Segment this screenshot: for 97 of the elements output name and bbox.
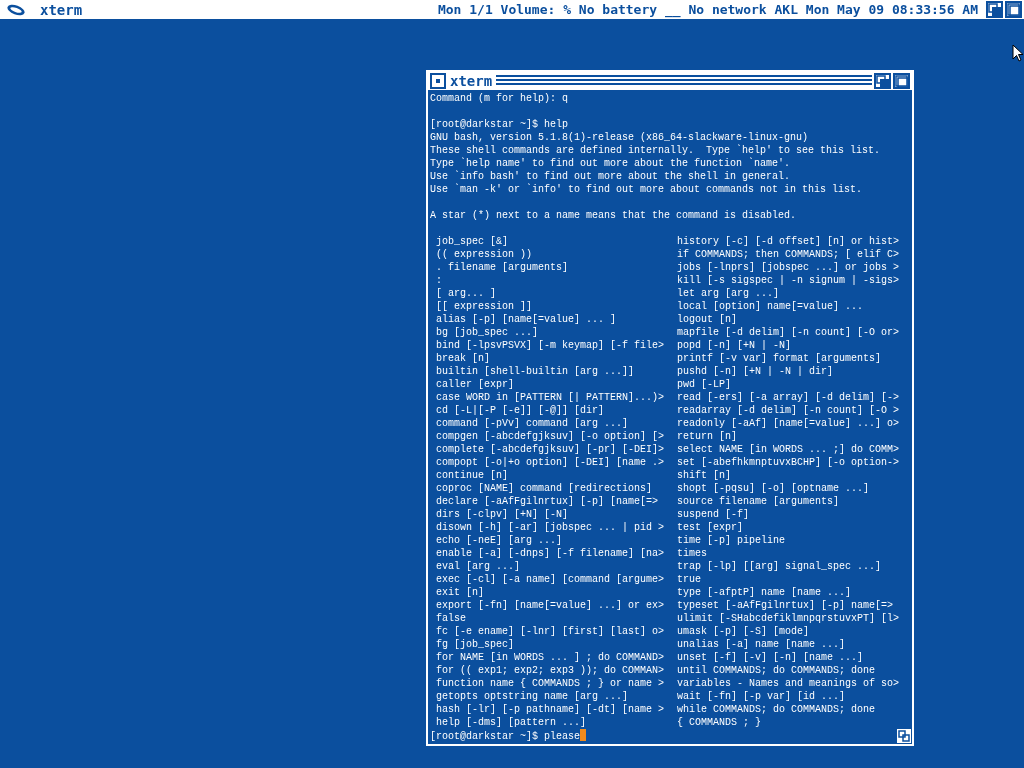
help-entry: jobs [-lnprs] [jobspec ...] or jobs > xyxy=(676,261,901,274)
help-entry: compgen [-abcdefgjksuv] [-o option] [> xyxy=(435,430,666,443)
help-entry: mapfile [-d delim] [-n count] [-O or> xyxy=(676,326,901,339)
help-entry: unset [-f] [-v] [-n] [name ...] xyxy=(676,651,865,664)
help-entry: test [expr] xyxy=(676,521,744,534)
terminal-line: Type `help name' to find out more about the function `name'. xyxy=(430,157,792,170)
terminal-line: Use `info bash' to find out more about the shell in general. xyxy=(430,170,792,183)
help-entry: alias [-p] [name[=value] ... ] xyxy=(435,313,618,326)
mouse-pointer-icon xyxy=(1012,44,1024,62)
help-entry: suspend [-f] xyxy=(676,508,750,521)
help-entry: command [-pVv] command [arg ...] xyxy=(435,417,630,430)
help-entry: function name { COMMANDS ; } or name > xyxy=(435,677,666,690)
help-entry: exit [n] xyxy=(435,586,485,599)
prompt-line: [root@darkstar ~]$ please xyxy=(430,731,581,742)
help-entry: shopt [-pqsu] [-o] [optname ...] xyxy=(676,482,871,495)
help-entry: fc [-e ename] [-lnr] [first] [last] o> xyxy=(435,625,666,638)
maximize-icon[interactable] xyxy=(1005,1,1022,18)
status-text: Mon 1/1 Volume: % No battery __ No network AKL Mon May 09 08:33:56 AM xyxy=(437,2,978,17)
help-entry: bind [-lpsvPSVX] [-m keymap] [-f file> xyxy=(435,339,666,352)
resize-handle-icon[interactable] xyxy=(897,729,911,743)
help-entry: for (( exp1; exp2; exp3 )); do COMMAN> xyxy=(435,664,666,677)
help-entry: export [-fn] [name[=value] ...] or ex> xyxy=(435,599,666,612)
help-entry: disown [-h] [-ar] [jobspec ... | pid > xyxy=(435,521,666,534)
title-bar-stripes[interactable] xyxy=(496,75,872,87)
help-entry: complete [-abcdefgjksuv] [-pr] [-DEI]> xyxy=(435,443,666,456)
help-entry: pushd [-n] [+N | -N | dir] xyxy=(676,365,835,378)
help-entry: unalias [-a] name [name ...] xyxy=(676,638,847,651)
help-entry: typeset [-aAfFgilnrtux] [-p] name[=> xyxy=(676,599,895,612)
help-entry: printf [-v var] format [arguments] xyxy=(676,352,883,365)
help-entry: dirs [-clpv] [+N] [-N] xyxy=(435,508,570,521)
help-entry: continue [n] xyxy=(435,469,509,482)
help-entry: : xyxy=(435,274,443,287)
terminal-line: [root@darkstar ~]$ help xyxy=(430,118,570,131)
help-entry: (( expression )) xyxy=(435,248,533,261)
help-entry: read [-ers] [-a array] [-d delim] [-> xyxy=(676,391,901,404)
help-entry: times xyxy=(676,547,708,560)
window-title: xterm xyxy=(449,73,494,89)
help-entry: history [-c] [-d offset] [n] or hist> xyxy=(676,235,901,248)
help-entry: if COMMANDS; then COMMANDS; [ elif C> xyxy=(676,248,901,261)
help-entry: time [-p] pipeline xyxy=(676,534,787,547)
help-entry: until COMMANDS; do COMMANDS; done xyxy=(676,664,877,677)
help-entry: declare [-aAfFgilnrtux] [-p] [name[=> xyxy=(435,495,660,508)
help-entry: job_spec [&] xyxy=(435,235,509,248)
help-entry: readonly [-aAf] [name[=value] ...] o> xyxy=(676,417,901,430)
terminal-line: A star (*) next to a name means that the command is disabled. xyxy=(430,209,798,222)
help-entry: return [n] xyxy=(676,430,738,443)
help-entry: builtin [shell-builtin [arg ...]] xyxy=(435,365,636,378)
terminal-line: These shell commands are defined internally. Type `help' to see this list. xyxy=(430,144,882,157)
help-entry: exec [-cl] [-a name] [command [argume> xyxy=(435,573,666,586)
help-entry: local [option] name[=value] ... xyxy=(676,300,865,313)
help-entry: ulimit [-SHabcdefiklmnpqrstuvxPT] [l> xyxy=(676,612,901,625)
help-entry: getopts optstring name [arg ...] xyxy=(435,690,630,703)
help-entry: while COMMANDS; do COMMANDS; done xyxy=(676,703,877,716)
help-entry: kill [-s sigspec | -n signum | -sigs> xyxy=(676,274,901,287)
iconify-icon[interactable] xyxy=(986,1,1003,18)
help-entry: type [-afptP] name [name ...] xyxy=(676,586,853,599)
help-entry: echo [-neE] [arg ...] xyxy=(435,534,564,547)
help-entry: logout [n] xyxy=(676,313,738,326)
help-entry: [ arg... ] xyxy=(435,287,497,300)
help-entry: readarray [-d delim] [-n count] [-O > xyxy=(676,404,901,417)
help-entry: variables - Names and meanings of so> xyxy=(676,677,901,690)
help-entry: set [-abefhkmnptuvxBCHP] [-o option-> xyxy=(676,456,901,469)
iconify-icon[interactable] xyxy=(874,73,891,89)
help-entry: bg [job_spec ...] xyxy=(435,326,540,339)
help-entry: [[ expression ]] xyxy=(435,300,533,313)
terminal-line: Command (m for help): q xyxy=(430,92,570,105)
help-entry: { COMMANDS ; } xyxy=(676,716,762,729)
help-entry: break [n] xyxy=(435,352,491,365)
help-entry: compopt [-o|+o option] [-DEI] [name .> xyxy=(435,456,666,469)
help-entry: eval [arg ...] xyxy=(435,560,521,573)
help-entry: enable [-a] [-dnps] [-f filename] [na> xyxy=(435,547,666,560)
maximize-icon[interactable] xyxy=(893,73,910,89)
help-entry: hash [-lr] [-p pathname] [-dt] [name > xyxy=(435,703,666,716)
text-cursor xyxy=(580,729,587,741)
help-entry: umask [-p] [-S] [mode] xyxy=(676,625,811,638)
help-entry: help [-dms] [pattern ...] xyxy=(435,716,588,729)
help-entry: let arg [arg ...] xyxy=(676,287,781,300)
help-entry: . filename [arguments] xyxy=(435,261,570,274)
help-entry: wait [-fn] [-p var] [id ...] xyxy=(676,690,847,703)
help-entry: source filename [arguments] xyxy=(676,495,841,508)
terminal-line: GNU bash, version 5.1.8(1)-release (x86_64-slackware-linux-gnu) xyxy=(430,131,810,144)
help-entry: caller [expr] xyxy=(435,378,515,391)
terminal-line: Use `man -k' or `info' to find out more about commands not in this list. xyxy=(430,183,864,196)
help-entry: popd [-n] [+N | -N] xyxy=(676,339,793,352)
help-entry: for NAME [in WORDS ... ] ; do COMMAND> xyxy=(435,651,666,664)
help-entry: case WORD in [PATTERN [| PATTERN]...)> xyxy=(435,391,666,404)
help-entry: coproc [NAME] command [redirections] xyxy=(435,482,654,495)
close-icon[interactable] xyxy=(430,73,446,89)
help-entry: select NAME [in WORDS ... ;] do COMM> xyxy=(676,443,901,456)
help-entry: true xyxy=(676,573,702,586)
help-entry: fg [job_spec] xyxy=(435,638,515,651)
active-window-title: xterm xyxy=(40,1,83,18)
help-entry: cd [-L|[-P [-e]] [-@]] [dir] xyxy=(435,404,606,417)
help-entry: false xyxy=(435,612,467,625)
help-entry: shift [n] xyxy=(676,469,732,482)
help-entry: trap [-lp] [[arg] signal_spec ...] xyxy=(676,560,883,573)
help-entry: pwd [-LP] xyxy=(676,378,732,391)
